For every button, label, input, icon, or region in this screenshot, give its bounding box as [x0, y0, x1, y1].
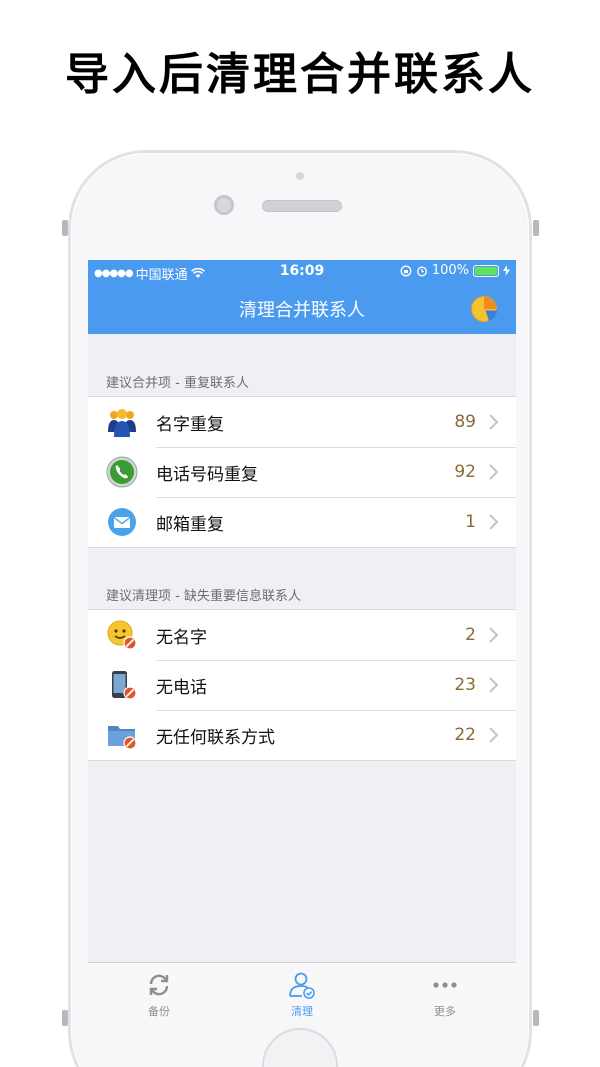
rotation-lock-icon — [400, 265, 412, 276]
promo-title: 导入后清理合并联系人 — [65, 49, 535, 100]
chevron-right-icon — [489, 464, 499, 480]
sensor-dot — [296, 172, 304, 180]
front-camera — [214, 195, 234, 215]
list-item-no-contact-info[interactable]: 无任何联系方式 22 — [88, 710, 516, 760]
people-icon — [108, 409, 136, 437]
chevron-right-icon — [489, 727, 499, 743]
contact-check-icon — [289, 972, 315, 999]
tab-label: 清理 — [291, 1005, 313, 1018]
row-label: 电话号码重复 — [156, 464, 258, 485]
row-label: 邮箱重复 — [156, 514, 224, 535]
tab-bar: 备份 清理 更多 — [88, 962, 516, 1018]
page-title: 清理合并联系人 — [239, 300, 365, 321]
pie-chart-icon[interactable] — [470, 295, 498, 323]
chevron-right-icon — [489, 627, 499, 643]
row-label: 名字重复 — [156, 414, 224, 435]
phone-side-button-right — [533, 220, 539, 236]
earpiece-speaker — [262, 200, 342, 212]
battery-percent: 100% — [431, 263, 469, 278]
app-screen: ●●●●● 中国联通 16:09 100% 清理合并联系人 建议合并项 - 重复… — [88, 260, 516, 1018]
more-dots-icon — [433, 982, 457, 988]
phone-side-button-right-low — [533, 1010, 539, 1026]
list-item-no-name[interactable]: 无名字 2 — [88, 610, 516, 660]
chevron-right-icon — [489, 677, 499, 693]
section-header-cleanup: 建议清理项 - 缺失重要信息联系人 — [106, 589, 301, 604]
row-count: 2 — [465, 625, 476, 645]
mail-icon — [108, 508, 136, 536]
refresh-icon — [149, 974, 169, 996]
chevron-right-icon — [489, 414, 499, 430]
battery-icon — [473, 264, 499, 277]
row-count: 1 — [465, 512, 476, 532]
tab-clean[interactable]: 清理 — [231, 963, 373, 1018]
row-count: 89 — [454, 412, 476, 432]
list-item-duplicate-phone[interactable]: 电话号码重复 92 — [88, 447, 516, 497]
list-item-no-phone[interactable]: 无电话 23 — [88, 660, 516, 710]
row-label: 无名字 — [156, 627, 207, 648]
cleanup-suggestions-list: 无名字 2 无电话 23 无任何联系方式 22 — [88, 609, 516, 761]
alarm-icon — [416, 266, 427, 276]
phone-icon — [106, 456, 138, 488]
navigation-bar: ●●●●● 中国联通 16:09 100% 清理合并联系人 — [88, 260, 516, 334]
row-label: 无电话 — [156, 677, 207, 698]
merge-suggestions-list: 名字重复 89 电话号码重复 92 邮箱重复 1 — [88, 396, 516, 548]
list-item-duplicate-email[interactable]: 邮箱重复 1 — [88, 497, 516, 547]
tab-label: 备份 — [148, 1005, 170, 1018]
tab-backup[interactable]: 备份 — [88, 963, 230, 1018]
section-header-merge: 建议合并项 - 重复联系人 — [106, 376, 249, 391]
no-name-face-icon — [107, 620, 137, 650]
chevron-right-icon — [489, 514, 499, 530]
no-phone-icon — [112, 671, 137, 700]
status-bar: ●●●●● 中国联通 16:09 100% — [88, 260, 516, 284]
list-item-duplicate-name[interactable]: 名字重复 89 — [88, 397, 516, 447]
tab-label: 更多 — [434, 1005, 456, 1018]
tab-more[interactable]: 更多 — [374, 963, 516, 1018]
row-label: 无任何联系方式 — [156, 727, 275, 748]
no-contact-folder-icon — [108, 726, 137, 750]
row-count: 22 — [454, 725, 476, 745]
row-count: 23 — [454, 675, 476, 695]
charging-bolt-icon — [503, 265, 510, 276]
row-count: 92 — [454, 462, 476, 482]
